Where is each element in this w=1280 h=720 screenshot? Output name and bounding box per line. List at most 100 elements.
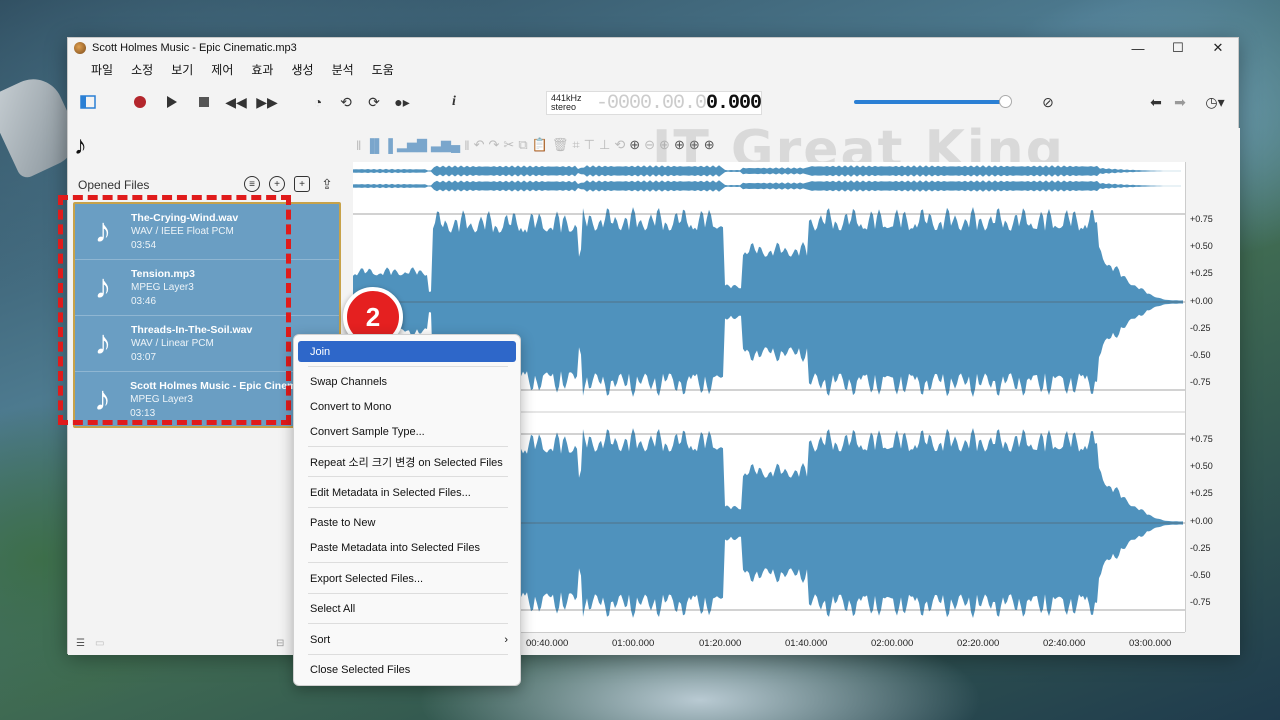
- back-arrow-icon[interactable]: ⬅: [1144, 80, 1168, 124]
- record-button[interactable]: [128, 80, 152, 124]
- amplitude-tick-label: +0.50: [1190, 241, 1213, 251]
- app-window: Scott Holmes Music - Epic Cinematic.mp3 …: [58, 37, 1240, 655]
- spectrum-view-icon[interactable]: ▂▅▇: [397, 137, 427, 153]
- amplitude-tick-label: -0.25: [1190, 543, 1211, 553]
- music-note-icon: ♪: [74, 130, 87, 160]
- menu-analyze[interactable]: 분석: [323, 61, 363, 78]
- time-tick-label: 01:40.000: [785, 638, 828, 649]
- maximize-button[interactable]: ☐: [1158, 38, 1198, 58]
- close-button[interactable]: ✕: [1198, 38, 1238, 58]
- time-tick-label: 03:00.000: [1129, 638, 1172, 649]
- menu-separator: [308, 476, 508, 477]
- zoom-in-icon[interactable]: ⊕: [629, 137, 640, 153]
- volume-slider-handle[interactable]: [999, 95, 1012, 108]
- menu-item-convert-sample-type[interactable]: Convert Sample Type...: [298, 421, 516, 442]
- menu-separator: [308, 366, 508, 367]
- sidebar-toggle-icon[interactable]: [76, 80, 100, 124]
- amplitude-tick-label: -0.75: [1190, 377, 1211, 387]
- undo-icon[interactable]: ↶: [474, 137, 485, 153]
- time-tick-label: 02:00.000: [871, 638, 914, 649]
- storage-icon[interactable]: ⊟: [276, 638, 284, 649]
- grid-view-icon[interactable]: ▭: [95, 638, 104, 649]
- menu-help[interactable]: 도움: [363, 61, 403, 78]
- history-icon[interactable]: ◷▾: [1198, 80, 1232, 124]
- menu-item-repeat-volume[interactable]: Repeat 소리 크기 변경 on Selected Files: [298, 451, 516, 472]
- amplitude-ruler: +0.75 +0.50 +0.25 +0.00 -0.25 -0.50 -0.75 +0.75…: [1185, 162, 1240, 632]
- rewind-button[interactable]: ◀◀: [224, 80, 248, 124]
- menu-item-paste-to-new[interactable]: Paste to New: [298, 512, 516, 533]
- time-tick-label: 02:20.000: [957, 638, 1000, 649]
- amplitude-tick-label: -0.50: [1190, 570, 1211, 580]
- speed-gauge-icon[interactable]: ◔: [306, 80, 330, 124]
- share-icon[interactable]: ⇪: [319, 176, 335, 192]
- watermark: IT Great King: [652, 120, 1065, 180]
- sort-label: Sort: [310, 633, 331, 646]
- menu-effects[interactable]: 효과: [242, 61, 282, 78]
- title-bar: Scott Holmes Music - Epic Cinematic.mp3 …: [68, 38, 1238, 58]
- minimize-button[interactable]: —: [1118, 38, 1158, 58]
- fast-forward-button[interactable]: ▶▶: [255, 80, 279, 124]
- trim-icon[interactable]: ⊤: [584, 137, 595, 153]
- menu-edit[interactable]: 소정: [122, 61, 162, 78]
- drag-handle-icon: ‖: [464, 137, 470, 153]
- time-tick-label: 01:00.000: [612, 638, 655, 649]
- list-view-icon[interactable]: ☰: [76, 638, 85, 649]
- time-dim-digits: -0000.00.0: [595, 91, 707, 115]
- redo-icon[interactable]: ↷: [489, 137, 500, 153]
- menu-item-select-all[interactable]: Select All: [298, 598, 516, 619]
- crop-icon[interactable]: ⌗: [572, 137, 579, 153]
- play-button[interactable]: [160, 80, 184, 124]
- menu-item-join[interactable]: Join: [298, 341, 516, 362]
- repeat-icon[interactable]: ⟳: [362, 80, 386, 124]
- menu-item-swap-channels[interactable]: Swap Channels: [298, 371, 516, 392]
- menu-item-paste-metadata[interactable]: Paste Metadata into Selected Files: [298, 537, 516, 558]
- delete-icon[interactable]: 🗑: [552, 137, 569, 153]
- skip-to-marker-icon[interactable]: ●▸: [390, 80, 414, 124]
- amplitude-tick-label: -0.75: [1190, 597, 1211, 607]
- menu-bar: 파일 소정 보기 제어 효과 생성 분석 도움: [68, 58, 1238, 80]
- drag-handle-icon: ‖: [356, 137, 362, 153]
- menu-item-sort[interactable]: Sort ›: [298, 629, 516, 650]
- highlight-dashed-box: [58, 195, 291, 425]
- cut-icon[interactable]: ✂: [503, 137, 514, 153]
- menu-item-close-selected[interactable]: Close Selected Files: [298, 659, 516, 680]
- add-file-icon[interactable]: +: [269, 176, 285, 192]
- amplitude-tick-label: +0.25: [1190, 268, 1213, 278]
- chevron-right-icon: ›: [504, 633, 508, 646]
- time-display: 441kHz stereo -0000.00.0 0.000: [546, 91, 762, 115]
- time-tick-label: 02:40.000: [1043, 638, 1086, 649]
- duplicate-icon[interactable]: +: [294, 176, 310, 192]
- loop-icon[interactable]: ⟲: [334, 80, 358, 124]
- time-tick-label: 00:40.000: [526, 638, 569, 649]
- filter-icon[interactable]: ≡: [244, 176, 260, 192]
- menu-separator: [308, 623, 508, 624]
- menu-separator: [308, 593, 508, 594]
- menu-separator: [308, 446, 508, 447]
- paste-icon[interactable]: 📋: [532, 137, 548, 153]
- menu-item-export-selected[interactable]: Export Selected Files...: [298, 568, 516, 589]
- menu-view[interactable]: 보기: [162, 61, 202, 78]
- volume-slider[interactable]: [854, 100, 1005, 104]
- context-menu: Join Swap Channels Convert to Mono Conve…: [293, 334, 521, 686]
- menu-control[interactable]: 제어: [202, 61, 242, 78]
- amplitude-tick-label: +0.00: [1190, 516, 1213, 526]
- opened-files-title: Opened Files: [78, 178, 150, 192]
- menu-item-convert-to-mono[interactable]: Convert to Mono: [298, 396, 516, 417]
- sidebar-footer: ☰ ▭ ⊟: [76, 638, 284, 649]
- stop-button[interactable]: [192, 80, 216, 124]
- editor-toolbar: ‖ ▐▌▐ ▂▅▇ ▃▆▄ ‖ ↶ ↷ ✂ ⧉ 📋 🗑 ⌗ ⊤ ⊥ ⟲ ⊕ ⊖ …: [352, 120, 1240, 180]
- menu-file[interactable]: 파일: [82, 61, 122, 78]
- app-icon: [74, 42, 86, 54]
- forward-arrow-icon[interactable]: ➡: [1168, 80, 1192, 124]
- menu-item-edit-metadata[interactable]: Edit Metadata in Selected Files...: [298, 482, 516, 503]
- align-icon[interactable]: ⊥: [599, 137, 610, 153]
- mute-icon[interactable]: ⊘: [1036, 80, 1060, 124]
- waveform-view-icon[interactable]: ▐▌▐: [365, 138, 393, 153]
- spectral-view-icon[interactable]: ▃▆▄: [431, 137, 460, 153]
- menu-generate[interactable]: 생성: [282, 61, 322, 78]
- amplitude-tick-label: +0.75: [1190, 434, 1213, 444]
- loop-region-icon[interactable]: ⟲: [614, 137, 625, 153]
- time-tick-label: 01:20.000: [699, 638, 742, 649]
- info-icon[interactable]: i: [442, 80, 466, 124]
- copy-icon[interactable]: ⧉: [518, 137, 527, 153]
